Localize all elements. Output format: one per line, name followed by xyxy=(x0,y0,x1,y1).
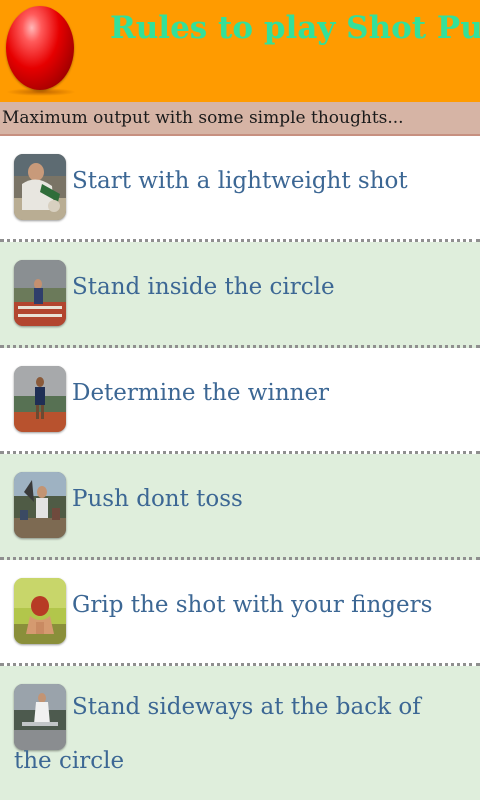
rules-list: Start with a lightweight shot Stand insi… xyxy=(0,136,480,800)
item-label: Push dont toss xyxy=(72,486,243,512)
item-label: Grip the shot with your fingers xyxy=(72,592,433,618)
list-item[interactable]: Stand sideways at the back of the circle xyxy=(0,666,480,800)
crowd-photo-thumbnail xyxy=(14,472,66,538)
subheader-text: Maximum output with some simple thoughts… xyxy=(2,108,404,128)
stadium-photo-thumbnail xyxy=(14,260,66,326)
item-label: Stand sideways at the back of the circle xyxy=(14,694,421,774)
item-label: Determine the winner xyxy=(72,380,330,406)
item-label: Stand inside the circle xyxy=(72,274,335,300)
list-item[interactable]: Start with a lightweight shot xyxy=(0,136,480,242)
subheader-bar: Maximum output with some simple thoughts… xyxy=(0,102,480,136)
list-item[interactable]: Stand inside the circle xyxy=(0,242,480,348)
list-item[interactable]: Grip the shot with your fingers xyxy=(0,560,480,666)
ball-shadow xyxy=(6,88,76,96)
grip-photo-thumbnail xyxy=(14,578,66,644)
thrower-photo-thumbnail xyxy=(14,366,66,432)
athlete-photo-thumbnail xyxy=(14,154,66,220)
list-item[interactable]: Push dont toss xyxy=(0,454,480,560)
item-label: Start with a lightweight shot xyxy=(72,168,408,194)
list-item[interactable]: Determine the winner xyxy=(0,348,480,454)
app-header: Rules to play Shot Put xyxy=(0,0,480,102)
app-title: Rules to play Shot Put xyxy=(110,10,480,46)
app-screen: Rules to play Shot Put Maximum output wi… xyxy=(0,0,480,800)
red-ball-icon xyxy=(6,6,74,90)
